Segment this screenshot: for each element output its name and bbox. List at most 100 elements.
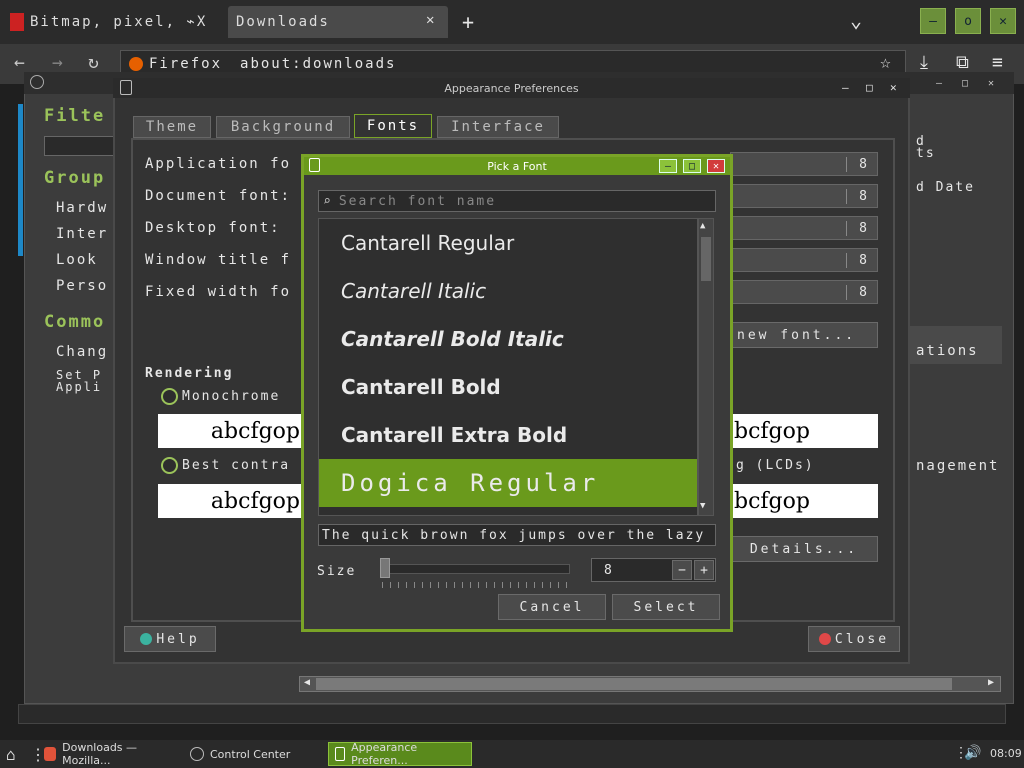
fixed-width-font-button[interactable]: 8 [730,280,878,304]
cc-minimize-icon[interactable]: – [936,78,950,90]
window-title: Appearance Preferences [444,81,579,95]
appearance-titlebar: Appearance Preferences [113,78,910,98]
desktop-font-button[interactable]: 8 [730,216,878,240]
font-name: Cantarell Regular [341,231,515,255]
size-slider-ticks [382,582,568,588]
cancel-button[interactable]: Cancel [498,594,606,620]
snip-nagement[interactable]: nagement [916,458,999,474]
font-item-dogica-regular-selected[interactable]: Dogica Regular [319,459,697,507]
font-name: Dogica Regular [341,469,600,497]
common-change[interactable]: Chang [56,344,108,360]
tab-downloads[interactable]: Downloads ✕ [228,6,448,38]
select-button[interactable]: Select [612,594,720,620]
font-search-input[interactable]: ⌕ Search font name [318,190,716,212]
tab-bitmap[interactable]: Bitmap, pixel, ⌁X [2,6,224,38]
task-control-center[interactable]: Control Center [184,742,324,766]
font-item-cantarell-italic[interactable]: Cantarell Italic [319,267,697,315]
control-center-icon [30,75,44,89]
task-label: Control Center [210,747,291,761]
sample-subpixel-bottom: bcfgop [730,484,878,518]
font-item-cantarell-regular[interactable]: Cantarell Regular [319,219,697,267]
app-close-icon[interactable]: ✕ [890,81,897,94]
dialog-minimize-icon[interactable]: – [659,159,677,173]
subpixel-label: g (LCDs) [736,458,815,473]
details-button[interactable]: Details... [730,536,878,562]
monochrome-radio[interactable] [161,388,178,405]
close-circle-icon [818,633,831,645]
minimize-button[interactable]: – [920,8,946,34]
size-increase-button[interactable]: + [694,560,714,580]
dialog-close-icon[interactable]: ✕ [707,159,725,173]
font-item-cantarell-extra-bold[interactable]: Cantarell Extra Bold [319,411,697,459]
group-hardware[interactable]: Hardw [56,200,108,216]
close-tab-icon[interactable]: ✕ [426,12,436,28]
font-list[interactable]: Cantarell Regular Cantarell Italic Canta… [318,218,698,516]
trash-icon [120,80,132,95]
downloads-icon[interactable]: ⤓ [920,52,928,73]
font-size-value: 8 [846,220,867,236]
font-list-scrollbar[interactable]: ▲ ▼ [698,218,714,516]
scroll-up-icon[interactable]: ▲ [700,221,705,231]
cc-close-icon[interactable]: ✕ [988,78,1002,90]
size-slider-track[interactable] [380,564,570,574]
dialog-maximize-icon[interactable]: □ [683,159,701,173]
font-size-value: 8 [846,284,867,300]
tab-background[interactable]: Background [216,116,350,138]
maximize-button[interactable]: o [955,8,981,34]
clock: 08:09 [990,747,1022,760]
font-preview-field[interactable]: The quick brown fox jumps over the lazy … [318,524,716,546]
filter-input[interactable] [44,136,114,156]
menu-icon[interactable]: ≡ [992,52,1003,73]
task-downloads[interactable]: Downloads — Mozilla... [38,741,178,767]
help-label: Help [156,631,200,647]
search-placeholder: Search font name [338,193,497,209]
app-minimize-icon[interactable]: – [842,81,849,94]
task-appearance-active[interactable]: Appearance Preferen... [328,741,472,767]
new-font-button[interactable]: new font... [730,322,878,348]
font-item-cantarell-bold[interactable]: Cantarell Bold [319,363,697,411]
back-icon[interactable]: ← [14,52,25,73]
forward-icon[interactable]: → [52,52,63,73]
scroll-right-icon[interactable]: ▶ [988,677,994,688]
close-window-button[interactable]: Close [808,626,900,652]
group-internet[interactable]: Inter [56,226,108,242]
application-font-button[interactable]: 8 [730,152,878,176]
new-tab-button[interactable]: + [462,10,474,34]
home-icon[interactable]: ⌂ [6,745,16,764]
group-look[interactable]: Look [56,252,98,268]
dialog-trash-icon [309,158,320,172]
app-maximize-icon[interactable]: □ [866,81,873,94]
scrollbar-thumb[interactable] [316,678,952,690]
document-font-label: Document font: [145,188,292,204]
cc-maximize-icon[interactable]: □ [962,78,976,90]
window-title-font-label: Window title f [145,252,292,268]
document-font-button[interactable]: 8 [730,184,878,208]
dialog-title: Pick a Font [487,159,547,173]
size-decrease-button[interactable]: − [672,560,692,580]
size-slider-handle[interactable] [380,558,390,578]
volume-icon[interactable]: 🔊 [964,745,981,761]
tab-label: Downloads [236,14,330,30]
tab-list-button[interactable]: ⌄ [850,8,862,32]
group-personal[interactable]: Perso [56,278,108,294]
extensions-icon[interactable]: ⧉ [956,52,969,73]
snip-ations[interactable]: ations [916,343,979,359]
best-contrast-radio[interactable] [161,457,178,474]
scroll-thumb[interactable] [701,237,711,281]
scroll-left-icon[interactable]: ◀ [304,677,310,688]
font-size-value: 8 [846,252,867,268]
common-appli[interactable]: Appli [56,380,102,394]
bookmark-star-icon[interactable]: ☆ [880,52,891,73]
help-button[interactable]: Help [124,626,216,652]
window-title-font-button[interactable]: 8 [730,248,878,272]
tab-fonts[interactable]: Fonts [354,114,432,138]
close-button[interactable]: ✕ [990,8,1016,34]
tab-theme[interactable]: Theme [133,116,211,138]
tab-interface[interactable]: Interface [437,116,559,138]
font-item-cantarell-bold-italic[interactable]: Cantarell Bold Italic [319,315,697,363]
font-name: Cantarell Italic [341,279,487,303]
reload-icon[interactable]: ↻ [88,52,99,73]
identity-label: Firefox [149,56,223,72]
scroll-down-icon[interactable]: ▼ [700,501,705,511]
desktop-font-label: Desktop font: [145,220,281,236]
